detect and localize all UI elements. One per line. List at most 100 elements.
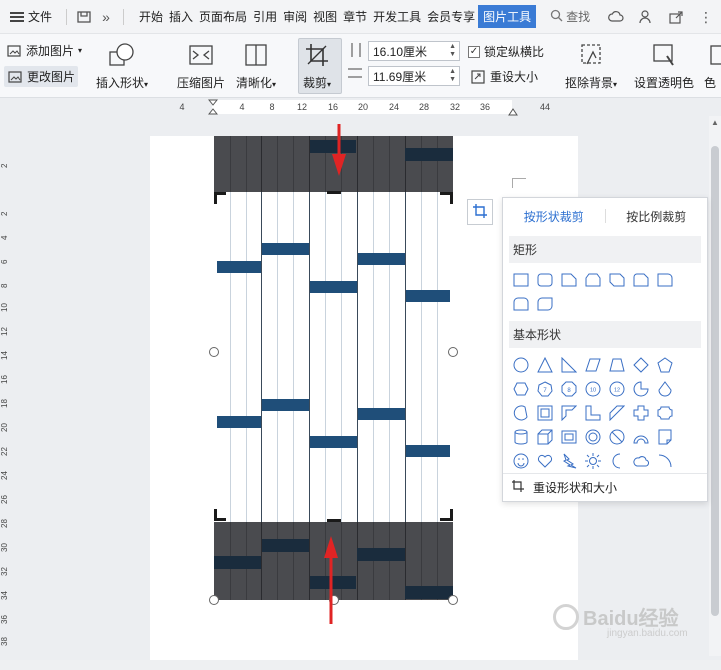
resize-handle-bottom-right[interactable]	[448, 595, 458, 605]
color-button[interactable]: 色	[704, 40, 721, 91]
add-picture-button[interactable]: 添加图片 ▾	[6, 42, 82, 59]
height-spinner[interactable]: ▲ ▼	[449, 68, 456, 84]
parallelogram-icon[interactable]	[581, 354, 605, 376]
tab-crop-by-ratio[interactable]: 按比例裁剪	[606, 208, 708, 225]
crop-handle-bottom[interactable]	[327, 519, 341, 522]
trapezoid-icon[interactable]	[605, 354, 629, 376]
cube-icon[interactable]	[533, 426, 557, 448]
tab-section[interactable]: 章节	[340, 5, 370, 28]
share-icon[interactable]	[667, 8, 685, 26]
round-single-corner-rect-icon[interactable]	[653, 269, 677, 291]
rect-icon[interactable]	[509, 269, 533, 291]
insert-shape-button[interactable]: 插入形状▾	[96, 40, 148, 91]
folded-corner-icon[interactable]	[653, 426, 677, 448]
pie-icon[interactable]	[629, 378, 653, 400]
moon-icon[interactable]	[605, 450, 629, 472]
height-field[interactable]: 11.69厘米 ▲ ▼	[368, 66, 460, 86]
resize-handle-bottom-left[interactable]	[209, 595, 219, 605]
more-icon[interactable]: ⋮	[697, 8, 715, 26]
set-transparent-button[interactable]: 设置透明色	[634, 40, 694, 91]
crop-handle-top-right[interactable]	[450, 192, 453, 204]
snip-corner-rect-icon[interactable]	[557, 269, 581, 291]
tab-page-layout[interactable]: 页面布局	[196, 5, 250, 28]
octagon-icon[interactable]: 8	[557, 378, 581, 400]
reset-shape-size-button[interactable]: 重设形状和大小	[503, 473, 707, 501]
crop-handle-bottom-left[interactable]	[214, 509, 217, 521]
width-spinner[interactable]: ▲ ▼	[449, 43, 456, 59]
no-symbol-icon[interactable]	[605, 426, 629, 448]
frame-icon[interactable]	[533, 402, 557, 424]
tab-developer[interactable]: 开发工具	[370, 5, 424, 28]
can-icon[interactable]	[509, 426, 533, 448]
reset-size-button[interactable]: 重设大小	[470, 68, 538, 85]
tab-start[interactable]: 开始	[136, 5, 166, 28]
round-diagonal-rect-icon[interactable]	[533, 293, 557, 315]
tab-picture-tools[interactable]: 图片工具	[478, 5, 537, 28]
plaque-icon[interactable]	[653, 402, 677, 424]
snip-diagonal-rect-icon[interactable]	[605, 269, 629, 291]
lock-ratio-checkbox[interactable]: ✓ 锁定纵横比	[468, 43, 544, 60]
half-frame-icon[interactable]	[557, 402, 581, 424]
indent-marker-icon[interactable]	[207, 99, 219, 118]
triangle-icon[interactable]	[533, 354, 557, 376]
crop-handle-top[interactable]	[327, 191, 341, 194]
crop-button-content[interactable]: 裁剪▾	[302, 40, 332, 91]
crop-handle-bottom-right[interactable]	[450, 509, 453, 521]
crop-options-button[interactable]	[467, 199, 493, 225]
smiley-icon[interactable]	[509, 450, 533, 472]
tab-review[interactable]: 审阅	[280, 5, 310, 28]
lightning-icon[interactable]	[557, 450, 581, 472]
decagon-icon[interactable]: 10	[581, 378, 605, 400]
block-arc-icon[interactable]	[629, 426, 653, 448]
arc-icon[interactable]	[653, 450, 677, 472]
sun-icon[interactable]	[581, 450, 605, 472]
snip-same-side-rect-icon[interactable]	[581, 269, 605, 291]
search-box[interactable]: 查找	[550, 8, 590, 25]
right-triangle-icon[interactable]	[557, 354, 581, 376]
remove-background-button[interactable]: 抠除背景▾	[565, 40, 617, 91]
margin-corner-marker	[512, 178, 526, 188]
pentagon-icon[interactable]	[653, 354, 677, 376]
horizontal-ruler[interactable]: 4 4 8 12 16 20 24 28 32 36 44	[150, 98, 710, 116]
vertical-scrollbar[interactable]: ▲	[709, 116, 721, 656]
width-field[interactable]: 16.10厘米 ▲ ▼	[368, 41, 460, 61]
file-menu[interactable]: 文件	[0, 8, 60, 25]
crop-handle-top-left[interactable]	[214, 192, 217, 204]
picture[interactable]	[214, 136, 453, 600]
resize-handle-left[interactable]	[209, 347, 219, 357]
snip-round-rect-icon[interactable]	[629, 269, 653, 291]
l-shape-icon[interactable]	[581, 402, 605, 424]
plus-icon[interactable]	[629, 402, 653, 424]
bevel-icon[interactable]	[557, 426, 581, 448]
tab-crop-by-shape[interactable]: 按形状裁剪	[503, 208, 605, 225]
teardrop-icon[interactable]	[653, 378, 677, 400]
cloud-icon[interactable]	[629, 450, 653, 472]
user-share-icon[interactable]	[637, 8, 655, 26]
heart-icon[interactable]	[533, 450, 557, 472]
hexagon-icon[interactable]	[509, 378, 533, 400]
cloud-sync-icon[interactable]	[607, 8, 625, 26]
scrollbar-thumb[interactable]	[711, 146, 719, 616]
vertical-ruler[interactable]: 2 2 4 6 8 10 12 14 16 18 20 22 24 26 28 …	[0, 116, 10, 670]
diagonal-stripe-icon[interactable]	[605, 402, 629, 424]
right-indent-marker-icon[interactable]	[508, 105, 518, 119]
diamond-icon[interactable]	[629, 354, 653, 376]
oval-icon[interactable]	[509, 354, 533, 376]
round-same-side-rect-icon[interactable]	[509, 293, 533, 315]
chord-icon[interactable]	[509, 402, 533, 424]
donut-icon[interactable]	[581, 426, 605, 448]
more-chevron-icon[interactable]: »	[95, 6, 117, 28]
scroll-up-icon[interactable]: ▲	[711, 118, 719, 127]
tab-member[interactable]: 会员专享	[424, 5, 478, 28]
change-picture-button[interactable]: 更改图片	[4, 66, 79, 87]
rounded-rect-icon[interactable]	[533, 269, 557, 291]
tab-view[interactable]: 视图	[310, 5, 340, 28]
home-icon[interactable]	[73, 6, 95, 28]
heptagon-icon[interactable]: 7	[533, 378, 557, 400]
clarify-button[interactable]: 清晰化▾	[236, 40, 276, 91]
dodecagon-icon[interactable]: 12	[605, 378, 629, 400]
tab-insert[interactable]: 插入	[166, 5, 196, 28]
resize-handle-right[interactable]	[448, 347, 458, 357]
compress-picture-button[interactable]: 压缩图片	[177, 40, 225, 91]
tab-references[interactable]: 引用	[250, 5, 280, 28]
